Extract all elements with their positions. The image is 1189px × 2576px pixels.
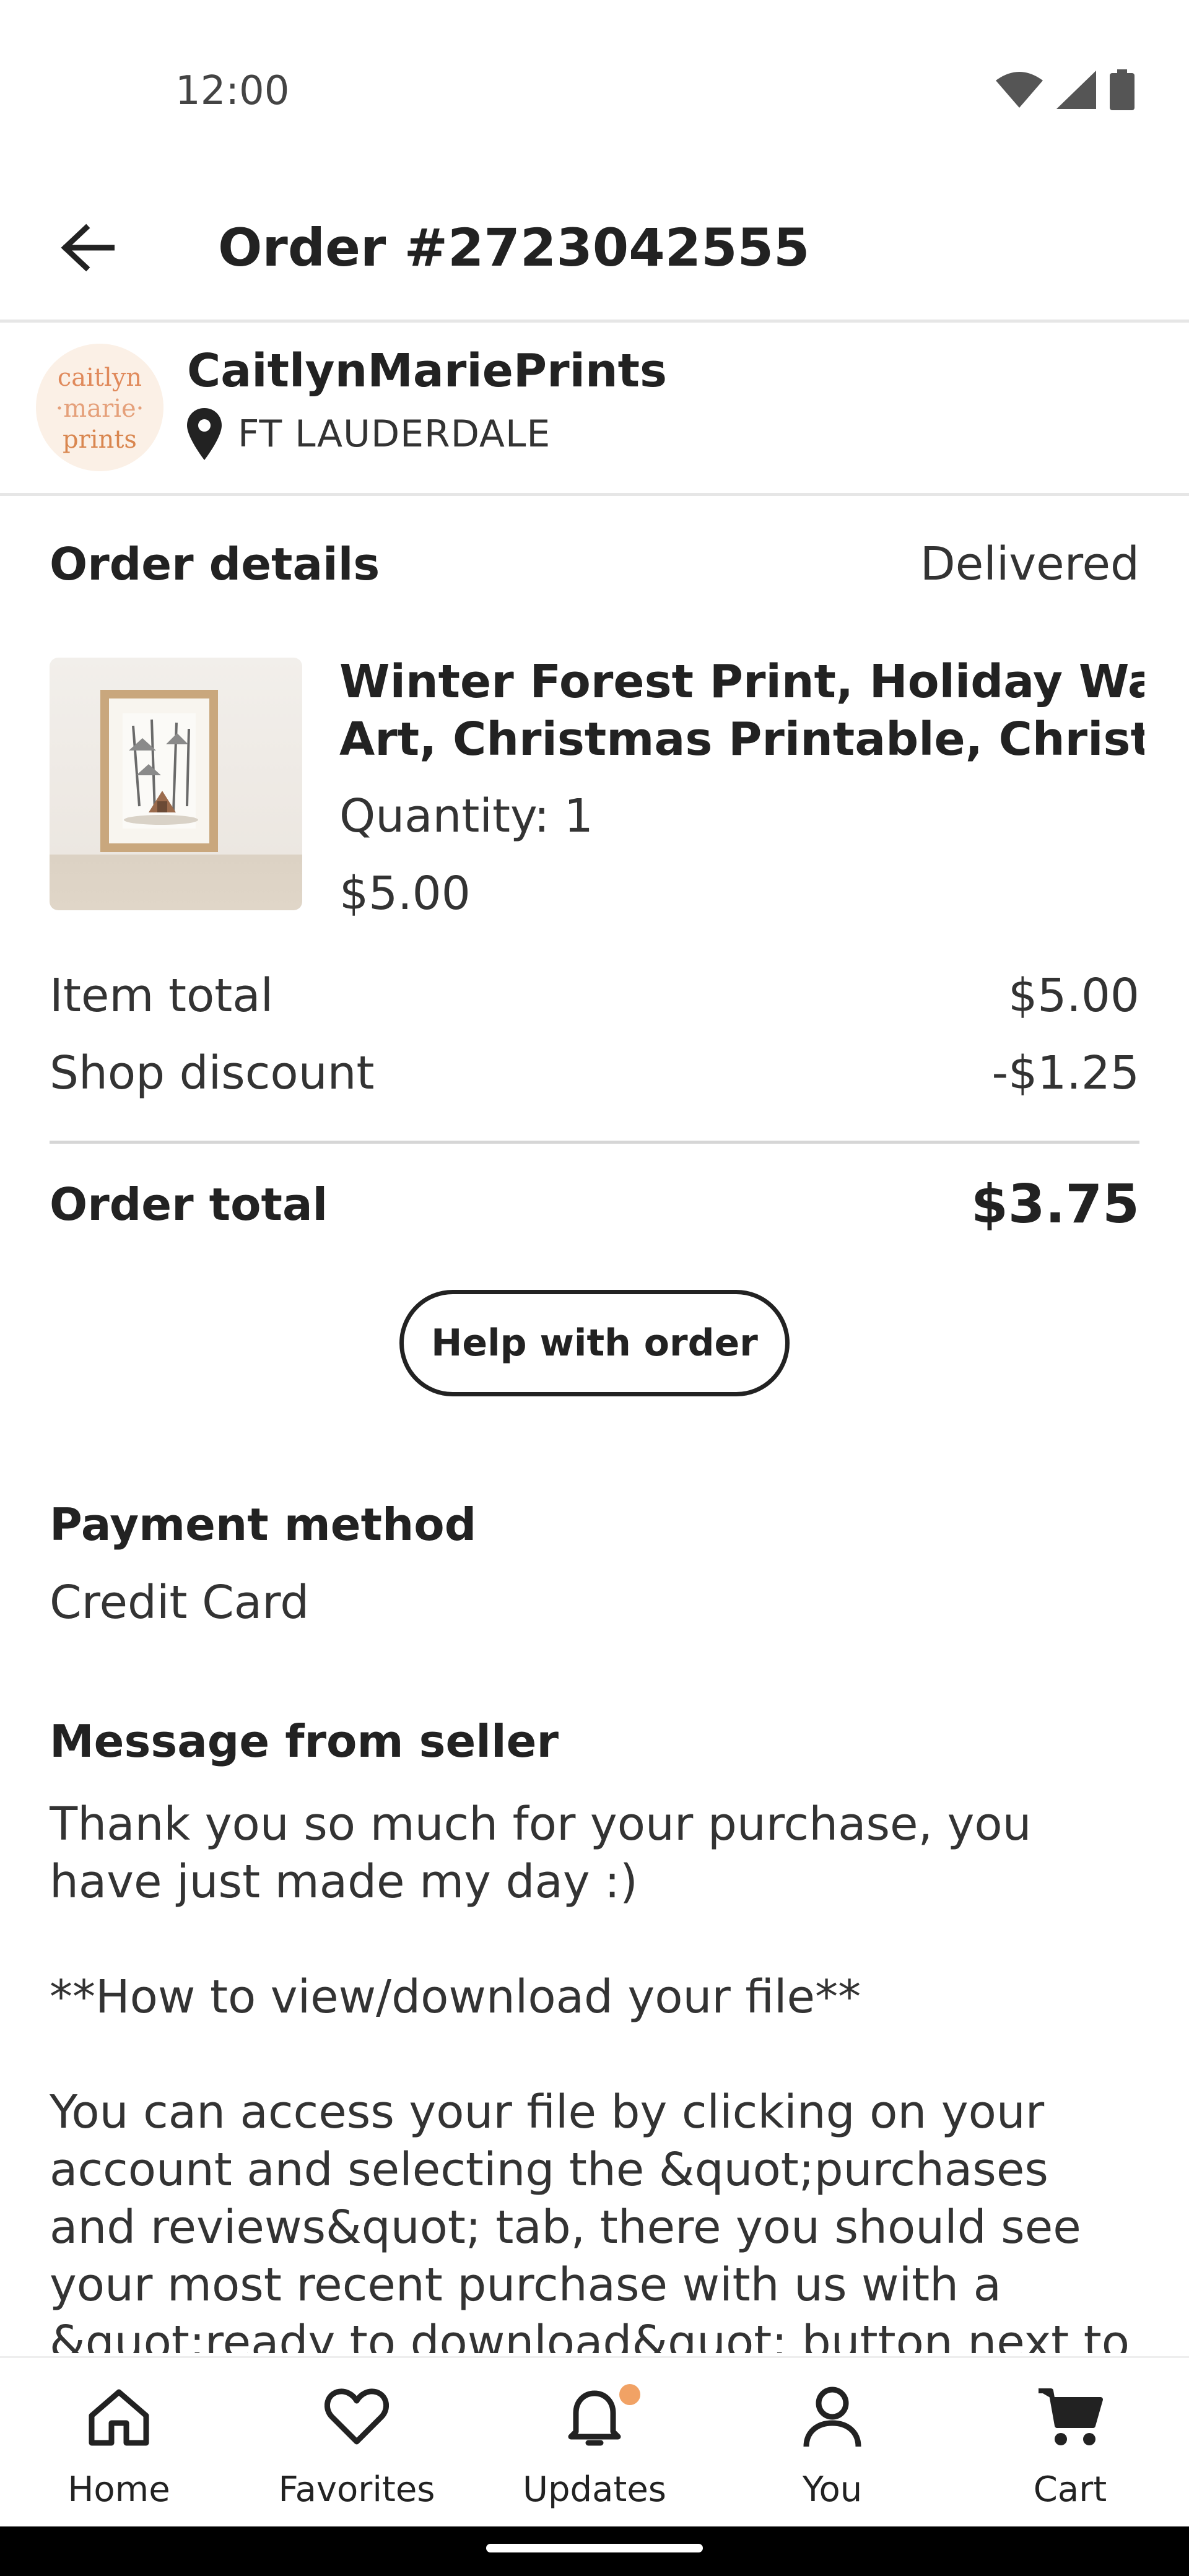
- shop-discount-value: -$1.25: [991, 1046, 1139, 1100]
- payment-method-label-row: Payment method: [50, 1499, 1139, 1551]
- seller-message-body: Thank you so much for your purchase, you…: [50, 1796, 1139, 2353]
- status-bar: 12:00: [0, 0, 1189, 180]
- shop-avatar[interactable]: caitlyn ·marie· prints: [36, 344, 163, 471]
- seller-message-line: Thank you so much for your purchase, you: [50, 1798, 1032, 1851]
- item-thumbnail[interactable]: [50, 658, 302, 910]
- item-total-value: $5.00: [1008, 969, 1139, 1022]
- order-total-row: Order total $3.75: [50, 1173, 1139, 1235]
- status-icons: [996, 68, 1135, 111]
- nav-updates[interactable]: Updates: [476, 2358, 713, 2528]
- nav-favorites[interactable]: Favorites: [238, 2358, 476, 2528]
- item-total-label: Item total: [50, 969, 274, 1022]
- seller-message-gap: [50, 2026, 1139, 2084]
- back-button[interactable]: [50, 211, 124, 285]
- shop-header[interactable]: caitlyn ·marie· prints CaitlynMariePrint…: [0, 323, 1189, 496]
- signal-icon: [1056, 71, 1096, 109]
- order-status: Delivered: [920, 537, 1139, 591]
- item-title-line-1[interactable]: Winter Forest Print, Holiday Wall: [339, 653, 1144, 711]
- seller-message-line: account and selecting the &quot;purchase…: [50, 2143, 1048, 2196]
- nav-you-label: You: [802, 2469, 863, 2510]
- order-details-header: Order details Delivered: [50, 537, 1139, 591]
- item-total-row: Item total $5.00: [50, 969, 1139, 1022]
- system-gesture-bar: [0, 2526, 1189, 2576]
- seller-message-line: and reviews&quot; tab, there you should …: [50, 2201, 1081, 2254]
- item-price: $5.00: [339, 867, 471, 920]
- app-bar: Order #2723042555: [0, 180, 1189, 323]
- status-time: 12:00: [175, 68, 290, 114]
- gesture-handle[interactable]: [486, 2544, 703, 2552]
- item-title[interactable]: Winter Forest Print, Holiday Wall Art, C…: [339, 653, 1144, 768]
- nav-cart[interactable]: Cart: [951, 2358, 1189, 2528]
- seller-message-line: **How to view/download your file**: [50, 1970, 861, 2024]
- back-arrow-icon: [61, 224, 115, 272]
- seller-message-line: your most recent purchase with us with a: [50, 2258, 1001, 2312]
- item-title-line-2[interactable]: Art, Christmas Printable, Christ...: [339, 711, 1144, 768]
- location-pin-icon: [187, 408, 222, 460]
- battery-icon: [1110, 69, 1135, 110]
- seller-message-label: Message from seller: [50, 1715, 559, 1767]
- shop-discount-label: Shop discount: [50, 1046, 375, 1100]
- help-with-order-button[interactable]: Help with order: [399, 1290, 790, 1396]
- page-title: Order #2723042555: [218, 217, 810, 278]
- shop-location: FT LAUDERDALE: [187, 406, 551, 462]
- order-total-value: $3.75: [970, 1173, 1139, 1235]
- nav-cart-label: Cart: [1033, 2469, 1107, 2510]
- shop-logo-line-1: caitlyn: [58, 363, 142, 392]
- heart-icon: [323, 2383, 391, 2451]
- home-icon: [85, 2383, 153, 2451]
- order-details-label: Order details: [50, 538, 380, 590]
- nav-favorites-label: Favorites: [278, 2469, 435, 2510]
- seller-message-label-row: Message from seller: [50, 1715, 1139, 1767]
- person-icon: [798, 2383, 866, 2451]
- seller-message-line: have just made my day :): [50, 1855, 638, 1908]
- payment-method-value: Credit Card: [50, 1576, 310, 1629]
- shop-location-text: FT LAUDERDALE: [238, 412, 551, 456]
- order-total-label: Order total: [50, 1178, 328, 1230]
- shop-logo-line-2: ·marie·: [56, 394, 144, 423]
- payment-method-value-row: Credit Card: [50, 1576, 1139, 1629]
- nav-home[interactable]: Home: [0, 2358, 238, 2528]
- nav-you[interactable]: You: [713, 2358, 951, 2528]
- summary-divider: [50, 1141, 1139, 1144]
- bell-icon: [560, 2383, 629, 2451]
- seller-message-line: You can access your file by clicking on …: [50, 2086, 1045, 2139]
- shop-logo-line-3: prints: [63, 425, 137, 454]
- payment-method-label: Payment method: [50, 1499, 477, 1551]
- shop-discount-row: Shop discount -$1.25: [50, 1046, 1139, 1100]
- bottom-nav: Home Favorites Updates You Cart: [0, 2356, 1189, 2528]
- wifi-icon: [996, 72, 1043, 108]
- item-quantity: Quantity: 1: [339, 790, 593, 843]
- cart-icon: [1036, 2383, 1104, 2451]
- shop-name[interactable]: CaitlynMariePrints: [187, 344, 667, 398]
- nav-updates-label: Updates: [523, 2469, 666, 2510]
- seller-message-gap: [50, 1911, 1139, 1969]
- nav-home-label: Home: [68, 2469, 170, 2510]
- updates-badge: [619, 2384, 640, 2405]
- seller-message-line: &quot;ready to download&quot; button nex…: [50, 2316, 1130, 2353]
